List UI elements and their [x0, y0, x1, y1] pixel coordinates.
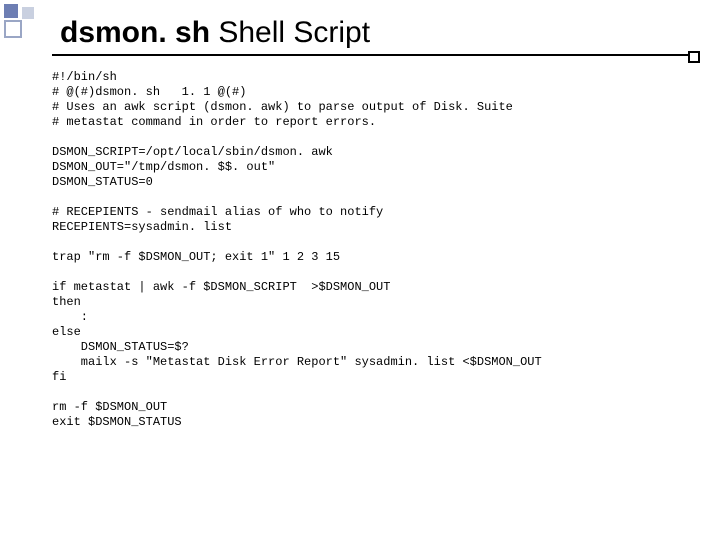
- title-underline: [52, 54, 690, 56]
- title-bold: dsmon. sh: [60, 16, 210, 49]
- page-title: dsmon. sh Shell Script: [60, 16, 370, 50]
- deco-square: [22, 7, 34, 19]
- deco-square: [4, 4, 18, 18]
- corner-decoration: [0, 0, 48, 48]
- code-block: #!/bin/sh # @(#)dsmon. sh 1. 1 @(#) # Us…: [52, 70, 690, 430]
- deco-square: [4, 20, 22, 38]
- title-normal: Shell Script: [210, 16, 370, 49]
